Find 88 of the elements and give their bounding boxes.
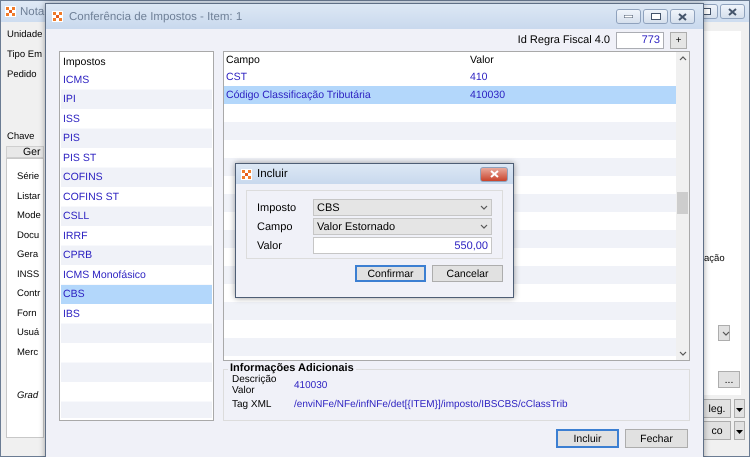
table-cell-text: 410030 (469, 89, 506, 101)
scrollbar-thumb[interactable] (677, 192, 688, 214)
action-button[interactable]: leg. (703, 399, 731, 418)
chevron-down-icon (722, 331, 730, 336)
dropdown-arrow-button[interactable] (734, 399, 745, 418)
field-label: Campo (257, 220, 294, 232)
rule-field[interactable]: 773 (616, 32, 664, 48)
field-label: ação (704, 252, 725, 265)
field-label: Imposto (257, 202, 298, 214)
select-field[interactable]: Valor Estornado (313, 218, 492, 235)
field-label: Mode (17, 209, 41, 224)
field-label: Pedido (7, 68, 37, 82)
field-label: Descrição Valor (232, 374, 278, 396)
dialog-button[interactable]: Confirmar (355, 265, 426, 282)
chevron-down-icon (678, 351, 686, 356)
field-value: /enviNFe/NFe/infNFe/det[{ITEM}]/imposto/IBSCBS/cClassTrib (294, 398, 569, 410)
tax-list-item[interactable]: PIS ST (61, 148, 212, 168)
tax-list-item[interactable]: IPI (61, 90, 212, 109)
rule-label: Id Regra Fiscal 4.0 (518, 34, 610, 46)
field-label: Gera (17, 248, 38, 262)
tax-list-item[interactable]: CBS (61, 284, 212, 304)
field-value: 410030 (294, 380, 328, 390)
close-button[interactable] (720, 4, 745, 19)
scrollbar[interactable] (676, 52, 689, 360)
column-header: Campo (226, 54, 260, 66)
table-cell-text: CST (225, 71, 248, 83)
column-header: Valor (470, 54, 494, 66)
dialog-button[interactable]: Incluir (556, 429, 619, 448)
window-title: Conferência de Impostos - Item: 1 (69, 10, 242, 22)
select-field[interactable]: CBS (313, 199, 492, 216)
tax-list-item[interactable]: IBS (61, 304, 212, 324)
input-field[interactable]: 550,00 (313, 237, 492, 254)
chevron-down-icon (480, 224, 488, 229)
chevron-up-icon (678, 56, 686, 61)
tax-list-item[interactable]: IRRF (61, 226, 212, 246)
tab[interactable]: Ger (6, 146, 44, 158)
window-title: Nota (20, 6, 44, 18)
add-button[interactable]: + (670, 32, 687, 48)
app-logo-icon (241, 168, 252, 180)
field-label: Usuá (17, 326, 40, 340)
grid-row[interactable]: Código Classificação Tributária 410030 (224, 86, 676, 104)
browse-button[interactable]: ... (718, 371, 740, 388)
field-label: Série (17, 170, 40, 184)
grade-label: Grad (17, 389, 38, 401)
dialog-button[interactable]: Cancelar (432, 265, 503, 282)
tax-list-item[interactable]: COFINS ST (61, 187, 212, 206)
table-cell-text: Código Classificação Tributária (225, 89, 372, 101)
chevron-down-icon (480, 205, 488, 210)
restore-button[interactable] (643, 9, 668, 24)
dropdown-button[interactable] (718, 325, 730, 341)
tax-list-item[interactable]: CSLL (61, 206, 212, 226)
close-button[interactable] (670, 9, 695, 24)
tax-list-item[interactable]: CPRB (61, 246, 212, 265)
tax-list-item[interactable]: ISS (61, 109, 212, 128)
app-logo-icon (5, 6, 16, 17)
tax-list-item[interactable]: ICMS (61, 70, 212, 90)
column-header: Impostos (63, 56, 106, 68)
caret-down-icon (736, 430, 743, 434)
dialog-button[interactable]: Fechar (625, 429, 688, 448)
field-label: INSS (17, 268, 40, 282)
grid-row[interactable]: CST 410 (224, 68, 676, 86)
field-label: Listar (17, 190, 40, 204)
field-label: Tag XML (232, 398, 272, 410)
tax-list-item[interactable]: ICMS Monofásico (61, 265, 212, 284)
tax-list-item[interactable]: PIS (61, 128, 212, 148)
caret-down-icon (736, 408, 743, 412)
table-cell-text: 410 (469, 71, 489, 83)
field-label: Tipo Em (7, 48, 42, 62)
field-label: Docu (17, 228, 40, 243)
field-label: Contr (17, 287, 40, 302)
minimize-button[interactable] (616, 9, 641, 24)
dropdown-arrow-button[interactable] (734, 421, 745, 440)
tax-list-item[interactable]: COFINS (61, 168, 212, 187)
close-icon (728, 8, 737, 16)
app-logo-icon (52, 11, 63, 22)
group-title: Informações Adicionais (228, 362, 356, 374)
restore-icon (650, 13, 660, 20)
field-label: Valor (257, 240, 283, 252)
action-button[interactable]: co (703, 421, 731, 440)
close-icon (490, 170, 498, 178)
field-label: Unidade (7, 28, 42, 42)
field-label: Chave (7, 130, 34, 142)
close-button[interactable] (480, 166, 508, 182)
field-label: Forn (17, 306, 37, 321)
window-title: Incluir (257, 168, 288, 180)
field-label: Merc (17, 346, 38, 360)
minimize-icon (624, 15, 633, 18)
close-icon (678, 12, 687, 20)
